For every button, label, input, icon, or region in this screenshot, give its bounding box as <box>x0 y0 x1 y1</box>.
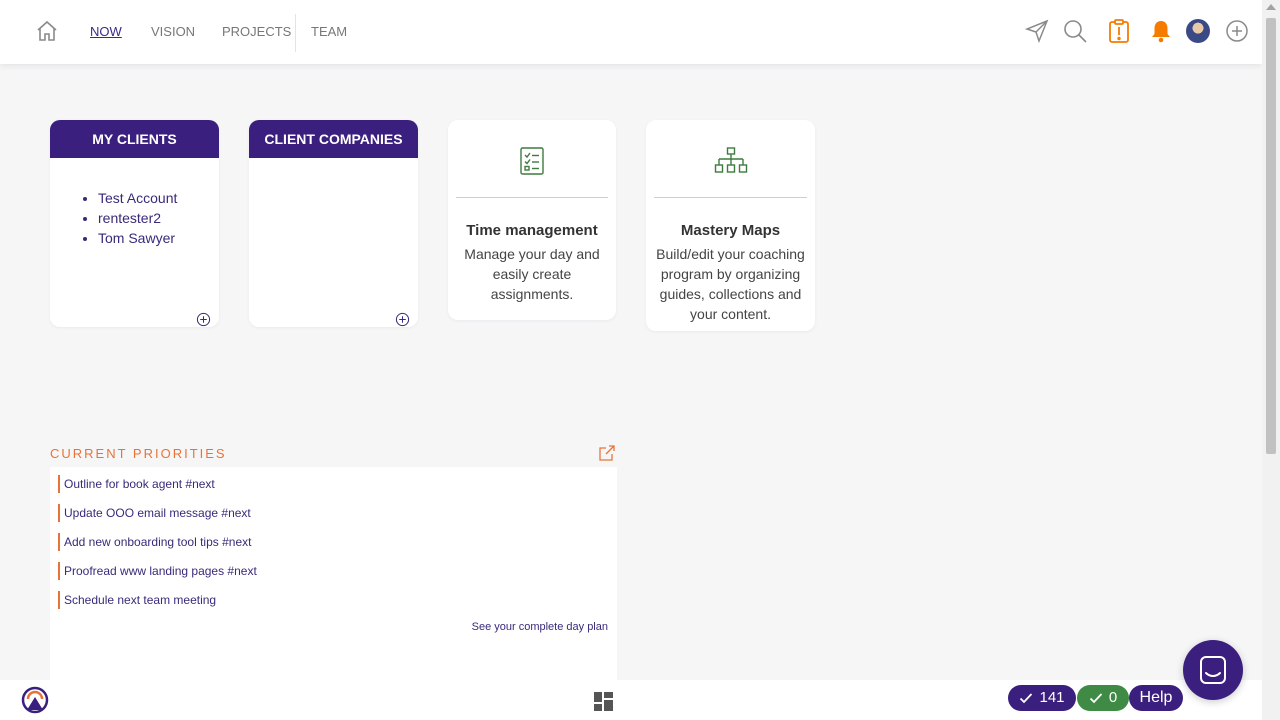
green-count-badge[interactable]: 0 <box>1077 685 1129 711</box>
scroll-thumb[interactable] <box>1266 18 1276 454</box>
help-button[interactable]: Help <box>1129 685 1183 711</box>
bell-icon[interactable] <box>1148 18 1174 44</box>
check-icon <box>1089 693 1102 704</box>
day-plan-link[interactable]: See your complete day plan <box>472 621 608 633</box>
client-item[interactable]: Test Account <box>98 188 219 208</box>
priorities-title: CURRENT PRIORITIES <box>50 446 227 461</box>
dashboard-icon[interactable] <box>594 692 613 711</box>
priority-item[interactable]: Update OOO email message #next <box>58 504 251 522</box>
nav-divider <box>295 14 296 52</box>
tab-team[interactable]: TEAM <box>311 24 347 39</box>
priority-item[interactable]: Outline for book agent #next <box>58 475 215 493</box>
client-list: Test Account rentester2 Tom Sawyer <box>50 188 219 248</box>
client-item[interactable]: Tom Sawyer <box>98 228 219 248</box>
app-logo-icon[interactable] <box>21 686 49 714</box>
chat-icon <box>1200 656 1226 684</box>
client-companies-card: CLIENT COMPANIES <box>249 120 418 327</box>
add-client-icon[interactable] <box>196 312 211 327</box>
send-icon[interactable] <box>1024 18 1050 44</box>
tab-vision[interactable]: VISION <box>151 24 195 39</box>
check-icon <box>1020 693 1033 704</box>
completed-count-badge[interactable]: 141 <box>1008 685 1076 711</box>
top-navigation-bar: NOW VISION PROJECTS TEAM <box>0 0 1262 64</box>
client-item[interactable]: rentester2 <box>98 208 219 228</box>
completed-count: 141 <box>1039 689 1065 706</box>
avatar[interactable] <box>1186 19 1210 43</box>
priority-item[interactable]: Proofread www landing pages #next <box>58 562 257 580</box>
mastery-maps-title: Mastery Maps <box>680 222 781 239</box>
checklist-icon <box>520 147 544 175</box>
time-management-title: Time management <box>466 222 598 239</box>
priority-item[interactable]: Schedule next team meeting <box>58 591 216 609</box>
client-companies-title: CLIENT COMPANIES <box>249 120 418 158</box>
search-icon[interactable] <box>1062 18 1088 44</box>
time-management-card[interactable]: Time management Manage your day and easi… <box>448 120 616 320</box>
mastery-maps-description: Build/edit your coaching program by orga… <box>656 246 805 322</box>
card-divider <box>456 197 608 198</box>
chat-launcher-button[interactable] <box>1183 640 1243 700</box>
my-clients-card: MY CLIENTS Test Account rentester2 Tom S… <box>50 120 219 327</box>
time-management-description: Manage your day and easily create assign… <box>464 246 600 302</box>
sitemap-icon <box>714 147 747 173</box>
add-circle-icon[interactable] <box>1224 18 1250 44</box>
clipboard-alert-icon[interactable] <box>1106 18 1132 44</box>
my-clients-title: MY CLIENTS <box>50 120 219 158</box>
scroll-up-arrow[interactable] <box>1266 4 1276 10</box>
tab-projects[interactable]: PROJECTS <box>222 24 291 39</box>
card-divider <box>654 197 807 198</box>
external-link-icon[interactable] <box>598 444 616 462</box>
green-count: 0 <box>1108 689 1118 706</box>
help-label: Help <box>1139 689 1173 706</box>
add-company-icon[interactable] <box>395 312 410 327</box>
priority-item[interactable]: Add new onboarding tool tips #next <box>58 533 251 551</box>
mastery-maps-card[interactable]: Mastery Maps Build/edit your coaching pr… <box>646 120 815 331</box>
page-scrollbar[interactable] <box>1262 0 1280 720</box>
home-icon[interactable] <box>35 19 59 43</box>
tab-now[interactable]: NOW <box>90 24 122 39</box>
